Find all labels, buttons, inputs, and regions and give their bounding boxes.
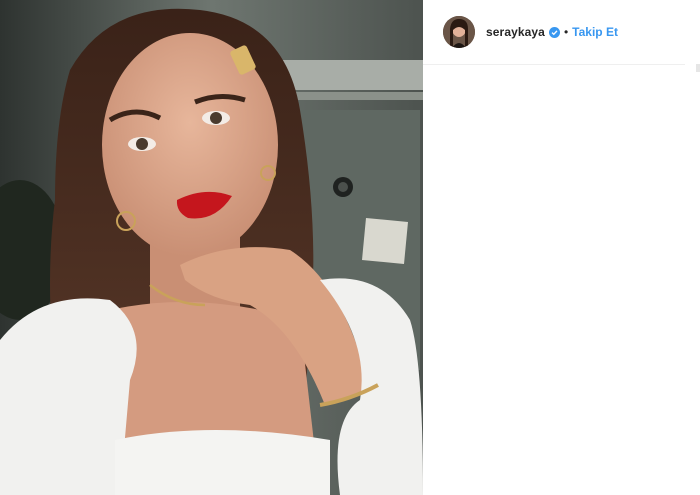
username-link[interactable]: seraykaya	[486, 25, 545, 39]
profile-avatar[interactable]	[443, 16, 475, 48]
post-header: seraykaya • Takip Et	[423, 0, 685, 65]
avatar-icon	[443, 16, 475, 48]
post-photo[interactable]	[0, 0, 423, 495]
scrollbar-edge[interactable]	[696, 64, 700, 72]
separator-dot: •	[563, 25, 569, 39]
follow-button[interactable]: Takip Et	[572, 25, 618, 39]
username-row: seraykaya • Takip Et	[486, 23, 618, 41]
post-sidebar: seraykaya • Takip Et	[423, 0, 700, 495]
verified-badge-icon	[548, 26, 560, 38]
selfie-photo	[0, 0, 423, 495]
